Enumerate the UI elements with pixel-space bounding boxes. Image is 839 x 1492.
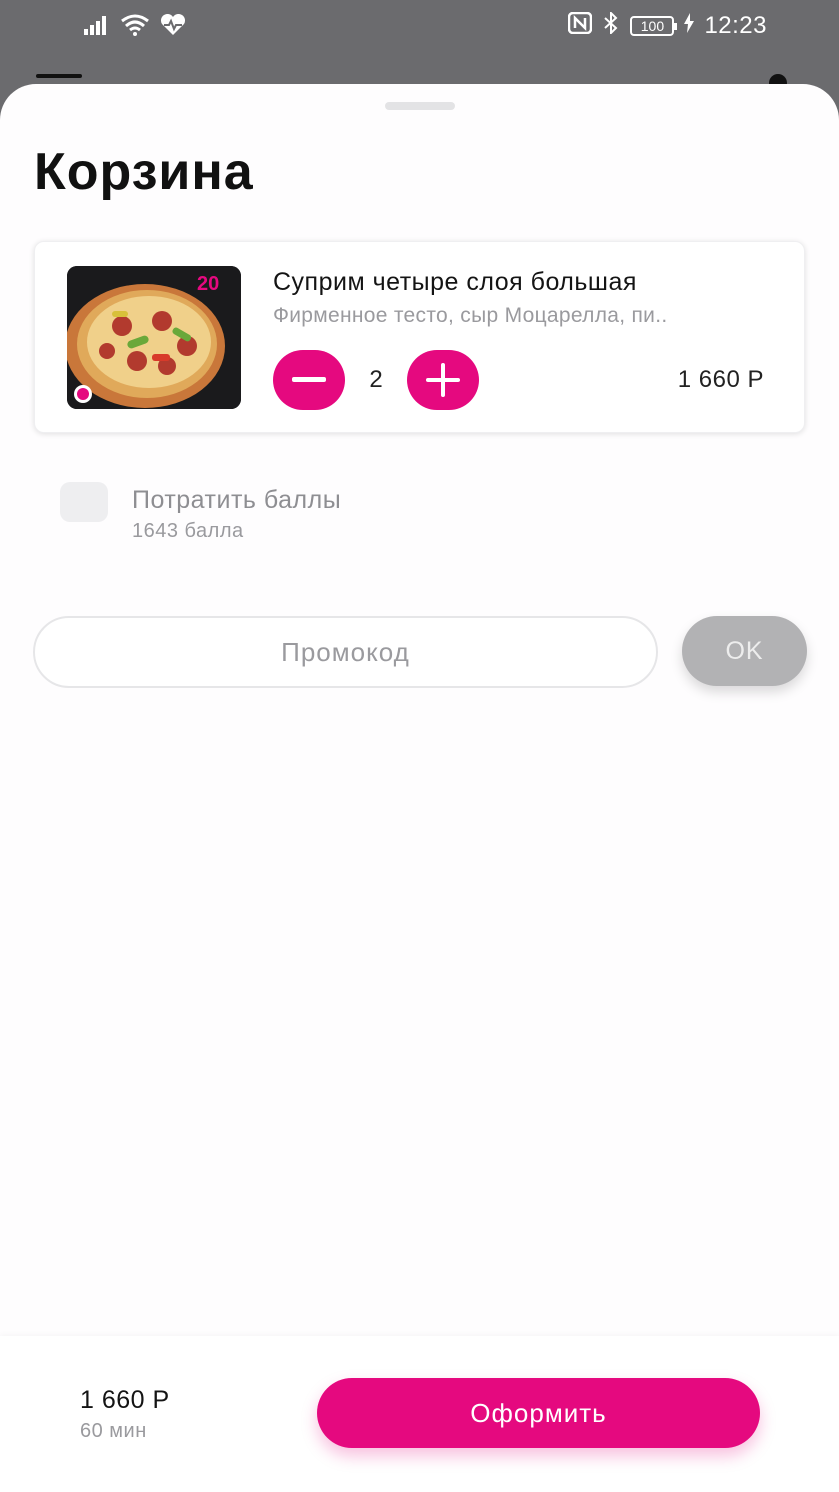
cart-sheet: Корзина 20 Суприм четыре слоя большая Фи… <box>0 84 839 1492</box>
decrease-quantity-button[interactable] <box>273 350 345 410</box>
charging-icon <box>684 13 695 39</box>
nfc-icon <box>568 11 593 40</box>
minus-icon <box>292 377 326 382</box>
total-price: 1 660 Р <box>80 1386 170 1414</box>
heart-rate-icon <box>160 13 186 42</box>
spend-points-label[interactable]: Потратить баллы <box>132 486 341 515</box>
cart-item-card: 20 Суприм четыре слоя большая Фирменное … <box>34 241 805 433</box>
page-title: Корзина <box>34 143 254 201</box>
checkout-button[interactable]: Оформить <box>317 1378 760 1448</box>
increase-quantity-button[interactable] <box>407 350 479 410</box>
bluetooth-icon <box>602 10 620 40</box>
quantity-value: 2 <box>369 366 383 393</box>
delivery-time: 60 мин <box>80 1420 147 1442</box>
apply-promo-button[interactable]: OK <box>682 616 807 686</box>
sheet-drag-handle[interactable] <box>385 102 455 110</box>
plus-icon <box>426 363 460 397</box>
item-name: Суприм четыре слоя большая <box>273 268 637 296</box>
item-description: Фирменное тесто, сыр Моцарелла, пи.. <box>273 304 668 327</box>
status-bar: 100 12:23 <box>0 0 839 56</box>
spend-points-checkbox[interactable] <box>60 482 108 522</box>
points-balance: 1643 балла <box>132 520 244 542</box>
promo-code-input[interactable] <box>33 616 658 688</box>
checkout-footer: 1 660 Р 60 мин Оформить <box>0 1336 839 1492</box>
clock: 12:23 <box>704 12 767 39</box>
battery-icon: 100 <box>630 16 678 36</box>
pizza-image: 20 <box>67 266 241 409</box>
item-price: 1 660 Р <box>677 366 764 393</box>
wifi-icon <box>120 14 150 42</box>
signal-icon <box>84 15 110 41</box>
menu-icon <box>36 74 82 78</box>
svg-text:20: 20 <box>197 273 219 295</box>
